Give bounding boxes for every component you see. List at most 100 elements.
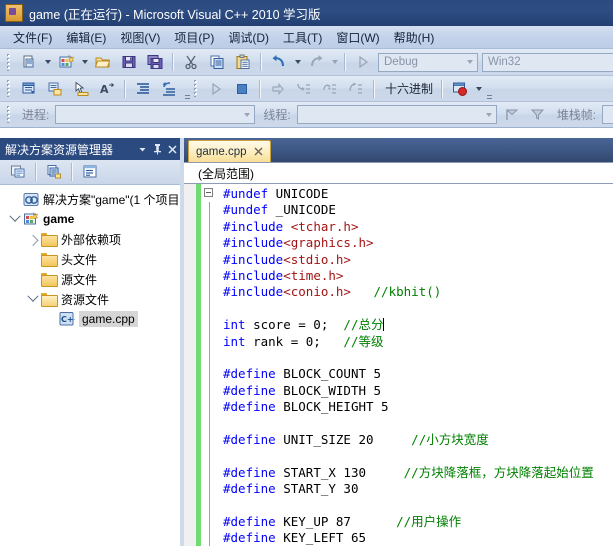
tree-node-file-game-cpp[interactable]: C++ game.cpp: [0, 309, 180, 329]
code-line: #define KEY_LEFT 65: [201, 530, 613, 546]
new-project-button[interactable]: [54, 51, 78, 74]
autos-window-button[interactable]: [69, 77, 93, 100]
thread-flag-button[interactable]: [500, 103, 524, 126]
code-token: #define: [223, 513, 276, 529]
modules-button[interactable]: [157, 77, 181, 100]
tree-node-source-files[interactable]: 源文件: [0, 269, 180, 289]
tab-game-cpp[interactable]: game.cpp: [188, 140, 271, 162]
outlining-guide-line: [208, 251, 210, 268]
debug-toolbar-overflow[interactable]: [184, 79, 190, 99]
toolbar-grip[interactable]: [6, 53, 13, 71]
menu-file[interactable]: 文件(F): [6, 26, 59, 49]
scope-selector[interactable]: (全局范围): [184, 165, 254, 182]
solution-configuration-combo[interactable]: Debug: [378, 52, 478, 72]
tree-node-header-files[interactable]: 头文件: [0, 249, 180, 269]
start-debugging-button[interactable]: [351, 51, 375, 74]
code-lines-container[interactable]: #undef UNICODE #undef _UNICODE #include <t…: [201, 184, 613, 546]
stop-debugging-button[interactable]: [230, 77, 254, 100]
call-stack-button[interactable]: [131, 77, 155, 100]
code-line: #define BLOCK_WIDTH 5: [201, 382, 613, 400]
twisty-open-icon[interactable]: [26, 289, 40, 309]
toolbar-grip[interactable]: [6, 106, 13, 123]
new-item-button[interactable]: [17, 51, 41, 74]
tree-node-resource-files[interactable]: 资源文件: [0, 289, 180, 309]
menu-edit[interactable]: 编辑(E): [59, 26, 113, 49]
hex-display-label[interactable]: 十六进制: [379, 80, 437, 97]
chevron-down-icon[interactable]: [463, 54, 477, 71]
chevron-down-icon[interactable]: [135, 141, 150, 157]
solution-platform-combo[interactable]: Win32: [482, 52, 613, 72]
process-combo[interactable]: [55, 105, 256, 124]
toolbar-separator: [441, 79, 444, 98]
editor-scope-bar[interactable]: (全局范围): [184, 162, 613, 184]
tree-node-solution[interactable]: 解决方案"game"(1 个项目: [0, 189, 180, 209]
save-button[interactable]: [117, 51, 141, 74]
watch-window-button[interactable]: [43, 77, 67, 100]
outlining-guide-line: [208, 284, 210, 301]
show-next-statement-button[interactable]: [266, 77, 290, 100]
menu-help[interactable]: 帮助(H): [387, 26, 442, 49]
cut-button[interactable]: [179, 51, 203, 74]
tree-node-external-dependencies[interactable]: 外部依赖项: [0, 229, 180, 249]
menu-debug[interactable]: 调试(D): [221, 26, 276, 49]
show-all-files-button[interactable]: [42, 161, 66, 184]
thread-combo[interactable]: [296, 105, 497, 124]
solution-explorer-tree[interactable]: 解决方案"game"(1 个项目 game 外部依赖项 头文件 源文件 资源文件…: [0, 185, 180, 546]
step-out-button[interactable]: [344, 77, 368, 100]
paste-button[interactable]: [231, 51, 255, 74]
breakpoints-button[interactable]: [448, 77, 472, 100]
chevron-down-icon[interactable]: [482, 106, 496, 123]
menu-view[interactable]: 视图(V): [113, 26, 167, 49]
save-all-button[interactable]: [143, 51, 167, 74]
tree-node-project-game[interactable]: game: [0, 209, 180, 229]
undo-dropdown-arrow[interactable]: [292, 52, 303, 73]
immediate-window-button[interactable]: A: [95, 77, 119, 100]
tree-node-header-files-label: 头文件: [61, 252, 98, 267]
code-token: #define: [223, 464, 276, 480]
twisty-closed-icon[interactable]: [26, 229, 40, 249]
stackframe-combo[interactable]: [602, 105, 613, 124]
thread-flag-filter-button[interactable]: [526, 103, 550, 126]
code-line: #define BLOCK_COUNT 5: [201, 366, 613, 383]
step-into-button[interactable]: [292, 77, 316, 100]
undo-button[interactable]: [267, 51, 291, 74]
outlining-guide-line: [208, 481, 210, 498]
menu-project[interactable]: 项目(P): [167, 26, 221, 49]
menu-bar: 文件(F) 编辑(E) 视图(V) 项目(P) 调试(D) 工具(T) 窗口(W…: [0, 26, 613, 49]
code-line: #include <tchar.h>: [201, 218, 613, 236]
folder-glyph: [41, 232, 58, 247]
close-icon[interactable]: [251, 144, 266, 159]
breakpoints-dropdown-arrow[interactable]: [473, 78, 484, 99]
code-token: _UNICODE: [268, 202, 336, 218]
pin-icon[interactable]: [150, 141, 165, 157]
step-over-button[interactable]: [318, 77, 342, 100]
debug-toolbar-overflow-2[interactable]: [486, 79, 492, 99]
outlining-collapse-icon[interactable]: [204, 188, 213, 197]
redo-button[interactable]: [304, 51, 328, 74]
code-line: #undef _UNICODE: [201, 202, 613, 219]
properties-button[interactable]: [6, 161, 30, 184]
twisty-open-icon[interactable]: [8, 209, 22, 229]
chevron-down-icon[interactable]: [240, 106, 254, 123]
continue-button[interactable]: [204, 77, 228, 100]
tree-node-solution-label: 解决方案"game"(1 个项目: [43, 192, 180, 207]
code-line: [201, 497, 613, 514]
menu-window[interactable]: 窗口(W): [329, 26, 386, 49]
outlining-guide-line: [208, 333, 210, 350]
view-code-button[interactable]: [78, 161, 102, 184]
windows-button[interactable]: [17, 77, 41, 100]
toolbar-grip[interactable]: [6, 80, 13, 97]
close-icon[interactable]: [165, 141, 180, 157]
code-line: #include<stdio.h>: [201, 251, 613, 268]
new-item-dropdown-arrow[interactable]: [42, 52, 53, 73]
tree-node-file-game-cpp-label: game.cpp: [79, 311, 138, 327]
redo-dropdown-arrow[interactable]: [329, 52, 340, 73]
code-editor[interactable]: #undef UNICODE #undef _UNICODE #include <t…: [184, 184, 613, 546]
toolbar-grip[interactable]: [193, 80, 200, 97]
new-project-dropdown-arrow[interactable]: [79, 52, 90, 73]
open-file-button[interactable]: [91, 51, 115, 74]
copy-button[interactable]: [205, 51, 229, 74]
menu-tools[interactable]: 工具(T): [276, 26, 329, 49]
